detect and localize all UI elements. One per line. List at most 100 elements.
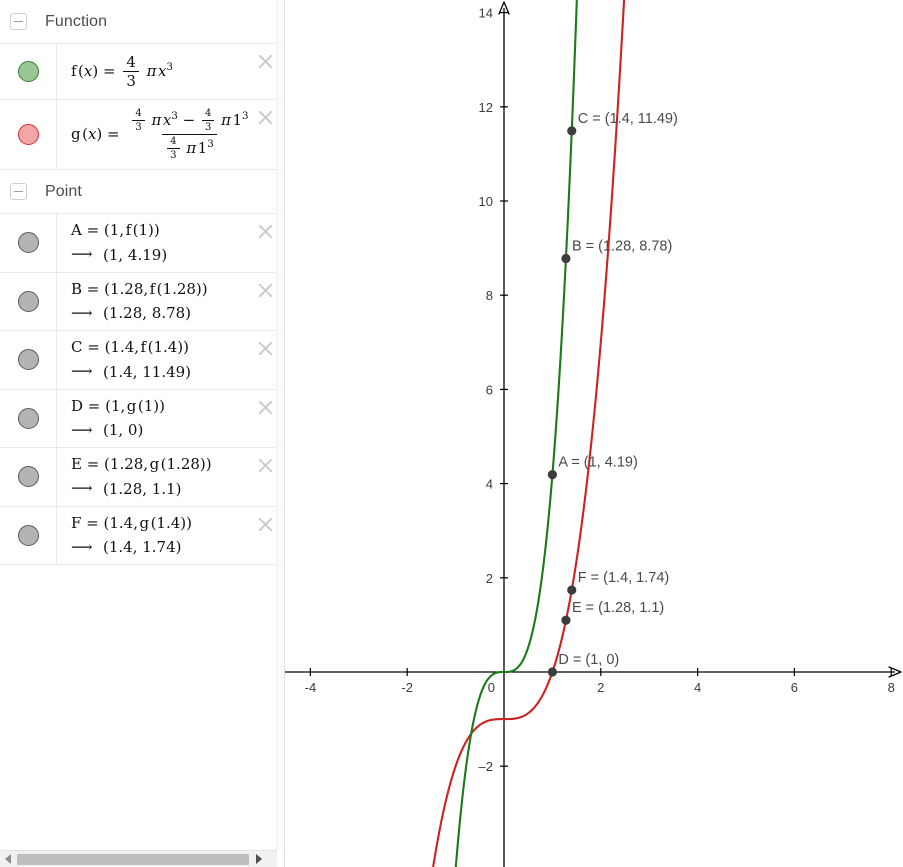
fraction-denominator: 3 bbox=[201, 120, 215, 133]
minus-glyph bbox=[14, 190, 23, 193]
algebra-row-f[interactable]: f (x) = 43 π x3 bbox=[0, 44, 284, 100]
value-text: (1.28, 1.1) bbox=[103, 479, 182, 498]
point-C[interactable] bbox=[567, 126, 577, 136]
algebra-row-D[interactable]: D = (1, g (1)) ⟶ (1, 0) bbox=[0, 389, 284, 448]
close-icon[interactable] bbox=[256, 108, 275, 127]
fraction-denominator: 43 π 13 bbox=[162, 134, 217, 161]
x-tick-label: 4 bbox=[694, 680, 701, 695]
visibility-toggle-g[interactable] bbox=[17, 124, 39, 145]
arrow-icon: ⟶ bbox=[71, 245, 93, 263]
group-header-function[interactable]: Function bbox=[0, 0, 284, 44]
value-text: (1, 4.19) bbox=[103, 245, 168, 264]
x-tick-label: 8 bbox=[888, 680, 895, 695]
marker-cell bbox=[0, 506, 57, 564]
point-E[interactable] bbox=[561, 615, 571, 625]
visibility-toggle-E[interactable] bbox=[17, 466, 39, 488]
algebra-row-A[interactable]: A = (1, f (1)) ⟶ (1, 4.19) bbox=[0, 214, 284, 273]
point-definition-B: B = (1.28, f (1.28)) bbox=[71, 279, 254, 298]
visibility-toggle-f[interactable] bbox=[17, 61, 39, 82]
visibility-toggle-F[interactable] bbox=[17, 524, 39, 546]
x-tick-label: -2 bbox=[401, 680, 413, 695]
y-tick-label: 10 bbox=[479, 194, 493, 209]
close-icon[interactable] bbox=[256, 515, 275, 534]
fraction-numerator: 4 bbox=[204, 108, 212, 119]
marker-cell bbox=[0, 100, 57, 169]
close-icon[interactable] bbox=[256, 339, 275, 358]
curve-g[interactable] bbox=[383, 0, 650, 867]
algebra-sidebar: Function f (x) = 43 π x3 g (x) = 43 π x3 −… bbox=[0, 0, 285, 867]
fraction-denominator: 3 bbox=[132, 120, 145, 133]
geogebra-app: Function f (x) = 43 π x3 g (x) = 43 π x3 −… bbox=[0, 0, 903, 867]
marker-cell bbox=[0, 44, 57, 99]
point-definition-D: D = (1, g (1)) bbox=[71, 396, 254, 415]
math-text: π x3 − bbox=[151, 111, 200, 130]
algebra-row-F[interactable]: F = (1.4, g (1.4)) ⟶ (1.4, 1.74) bbox=[0, 506, 284, 565]
value-text: (1.28, 8.78) bbox=[103, 304, 192, 322]
arrow-icon: ⟶ bbox=[71, 362, 93, 380]
scroll-left-arrow-icon[interactable] bbox=[0, 851, 15, 867]
x-tick-label: 2 bbox=[597, 680, 604, 695]
visibility-toggle-B[interactable] bbox=[17, 290, 39, 312]
sidebar-vertical-scroll-track[interactable] bbox=[276, 0, 283, 850]
group-header-point[interactable]: Point bbox=[0, 170, 284, 214]
math-text: π 13 bbox=[221, 111, 249, 130]
graphics-view[interactable]: -4 -2 0 2 4 6 8 –2 2 4 6 8 10 12 14 A = (1, 4.19) B = (1… bbox=[285, 0, 903, 867]
fraction: 43 π x3 − 43 π 13 4 3 π 13 bbox=[127, 108, 251, 161]
point-F[interactable] bbox=[567, 585, 577, 595]
point-value-F: ⟶ (1.4, 1.74) bbox=[71, 538, 254, 556]
algebra-row-C[interactable]: C = (1.4, f (1.4)) ⟶ (1.4, 11.49) bbox=[0, 331, 284, 390]
visibility-toggle-A[interactable] bbox=[17, 232, 39, 254]
sidebar-horizontal-scrollbar[interactable] bbox=[0, 850, 277, 867]
point-definition-A: A = (1, f (1)) bbox=[71, 222, 254, 239]
algebra-row-g[interactable]: g (x) = 43 π x3 − 43 π 13 4 3 π 13 bbox=[0, 100, 284, 170]
close-icon[interactable] bbox=[256, 398, 275, 417]
point-label-D: D = (1, 0) bbox=[558, 652, 619, 668]
point-A[interactable] bbox=[547, 470, 557, 480]
group-title: Function bbox=[45, 12, 108, 30]
algebra-row-E[interactable]: E = (1.28, g (1.28)) ⟶ (1.28, 1.1) bbox=[0, 448, 284, 507]
close-icon[interactable] bbox=[256, 52, 275, 71]
y-tick-label: 8 bbox=[486, 288, 493, 303]
y-tick-label: 6 bbox=[486, 382, 493, 397]
math-text: C = (1.4, f (1.4)) bbox=[71, 338, 190, 356]
arrow-icon: ⟶ bbox=[71, 537, 93, 556]
point-value-A: ⟶ (1, 4.19) bbox=[71, 246, 254, 264]
fraction: 43 bbox=[132, 108, 145, 133]
row-content: C = (1.4, f (1.4)) ⟶ (1.4, 11.49) bbox=[57, 331, 284, 389]
scrollbar-thumb[interactable] bbox=[17, 853, 249, 865]
minus-glyph bbox=[14, 20, 23, 23]
point-label-A: A = (1, 4.19) bbox=[558, 455, 637, 471]
value-text: (1.4, 1.74) bbox=[103, 538, 182, 556]
visibility-toggle-C[interactable] bbox=[17, 349, 39, 371]
close-icon[interactable] bbox=[256, 222, 275, 241]
point-D[interactable] bbox=[547, 667, 557, 677]
close-icon[interactable] bbox=[256, 456, 275, 475]
point-label-E: E = (1.28, 1.1) bbox=[572, 600, 664, 616]
math-text: D = (1, g (1)) bbox=[71, 396, 165, 415]
fraction-denominator: 3 bbox=[167, 148, 180, 161]
algebra-row-B[interactable]: B = (1.28, f (1.28)) ⟶ (1.28, 8.78) bbox=[0, 272, 284, 331]
arrow-icon: ⟶ bbox=[71, 479, 93, 497]
visibility-toggle-D[interactable] bbox=[17, 407, 39, 429]
row-content: E = (1.28, g (1.28)) ⟶ (1.28, 1.1) bbox=[57, 448, 284, 506]
math-text: B = (1.28, f (1.28)) bbox=[71, 279, 208, 298]
point-B[interactable] bbox=[561, 253, 571, 264]
math-text: π x3 bbox=[146, 62, 173, 81]
point-definition-C: C = (1.4, f (1.4)) bbox=[71, 339, 254, 356]
algebra-list: Function f (x) = 43 π x3 g (x) = 43 π x3 −… bbox=[0, 0, 284, 565]
point-value-E: ⟶ (1.28, 1.1) bbox=[71, 480, 254, 498]
point-value-D: ⟶ (1, 0) bbox=[71, 421, 254, 439]
math-text: E = (1.28, g (1.28)) bbox=[71, 455, 212, 473]
marker-cell bbox=[0, 389, 57, 447]
marker-cell bbox=[0, 214, 57, 272]
fraction-denominator: 3 bbox=[123, 71, 139, 90]
scroll-right-arrow-icon[interactable] bbox=[251, 851, 266, 867]
row-content: D = (1, g (1)) ⟶ (1, 0) bbox=[57, 390, 284, 448]
x-tick-label: 6 bbox=[791, 680, 798, 695]
close-icon[interactable] bbox=[256, 281, 275, 300]
minus-box-icon[interactable] bbox=[10, 13, 27, 30]
fraction-numerator: 4 bbox=[135, 108, 142, 119]
point-definition-E: E = (1.28, g (1.28)) bbox=[71, 456, 254, 473]
value-text: (1, 0) bbox=[103, 421, 144, 439]
minus-box-icon[interactable] bbox=[10, 183, 27, 200]
